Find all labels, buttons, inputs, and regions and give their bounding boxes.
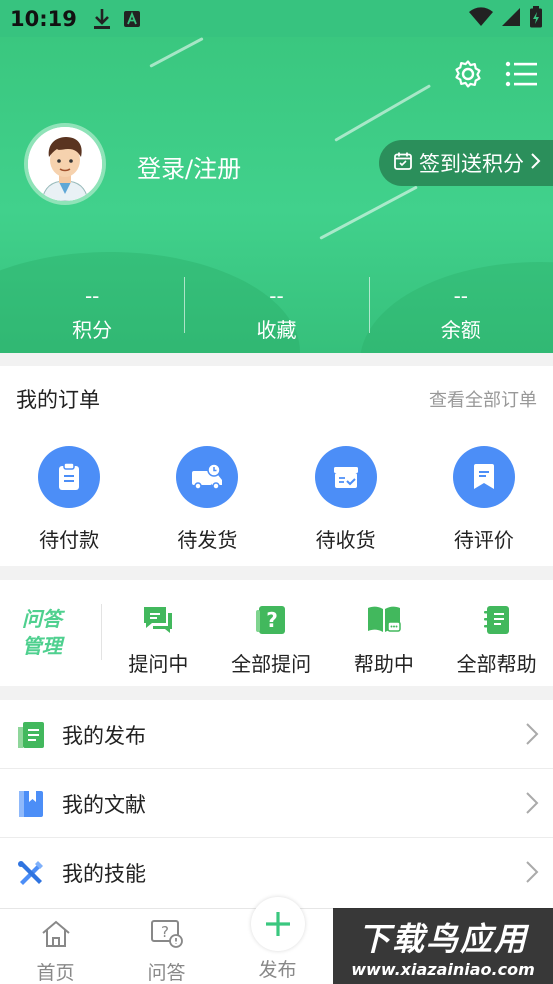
qa-asking[interactable]: 提问中 <box>102 604 215 677</box>
svg-text:?: ? <box>161 923 169 941</box>
tab-label: 问答 <box>147 962 186 984</box>
tools-icon <box>16 858 46 892</box>
tab-qa[interactable]: ? 问答 <box>111 909 222 984</box>
question-box-icon: ? <box>254 604 288 640</box>
stat-value: -- <box>453 283 469 308</box>
decor-streak <box>149 37 204 68</box>
status-bar: 10:19 <box>0 0 553 37</box>
orders-title: 我的订单 <box>16 388 100 412</box>
status-time: 10:19 <box>10 6 77 31</box>
watermark-logo: 下载鸟应用 www.xiazainiao.com <box>333 908 553 984</box>
stats-bar: -- 积分 -- 收藏 -- 余额 <box>0 273 553 353</box>
wifi-icon <box>469 6 493 31</box>
open-book-chat-icon <box>366 604 402 640</box>
menu-my-publish[interactable]: 我的发布 <box>0 700 553 769</box>
qa-logo-line: 问答 <box>22 607 62 631</box>
stat-balance[interactable]: -- 余额 <box>368 273 553 353</box>
qa-management-logo: 问答 管理 <box>22 606 62 660</box>
qa-logo-line: 管理 <box>22 634 62 658</box>
qa-helping[interactable]: 帮助中 <box>328 604 441 677</box>
qa-shortcuts: 提问中 ? 全部提问 帮助中 全部帮助 <box>102 604 553 677</box>
tab-home[interactable]: 首页 <box>0 909 111 984</box>
profile-header: 登录/注册 签到送积分 -- 积分 -- 收藏 -- 余额 <box>0 37 553 353</box>
chat-bubbles-icon <box>141 604 175 640</box>
settings-gear-icon[interactable] <box>453 59 483 93</box>
order-status-list: 待付款 待发货 待收货 待评价 <box>0 446 553 553</box>
avatar[interactable] <box>24 123 106 205</box>
order-pending-receipt[interactable]: 待收货 <box>277 446 415 553</box>
orders-card: 我的订单 查看全部订单 待付款 待发货 待收货 待评价 <box>0 366 553 566</box>
stat-label: 收藏 <box>256 317 297 342</box>
tab-publish[interactable]: 发布 <box>222 897 333 984</box>
qa-item-label: 全部帮助 <box>456 652 537 676</box>
stat-label: 积分 <box>72 317 113 342</box>
profile-screen: 10:19 登录/注册 签到送积分 -- 积分 -- 收藏 -- 余额 我的订单… <box>0 0 553 984</box>
qa-all-questions[interactable]: ? 全部提问 <box>215 604 328 677</box>
signal-icon <box>501 7 521 31</box>
notebook-icon <box>482 604 512 640</box>
download-icon <box>93 8 111 30</box>
qa-item-label: 全部提问 <box>231 652 312 676</box>
menu-list-icon[interactable] <box>505 61 537 91</box>
profile-menu-list: 我的发布 我的文献 我的技能 <box>0 700 553 908</box>
menu-item-label: 我的文献 <box>62 792 146 817</box>
chevron-right-icon <box>525 722 539 750</box>
qa-item-label: 帮助中 <box>353 652 414 676</box>
calendar-icon <box>393 151 413 176</box>
order-status-label: 待发货 <box>177 528 238 552</box>
home-icon <box>40 919 72 954</box>
delivery-truck-icon <box>176 446 239 508</box>
stat-value: -- <box>269 283 284 308</box>
chevron-right-icon <box>525 791 539 819</box>
qa-item-label: 提问中 <box>128 652 189 676</box>
stat-points[interactable]: -- 积分 <box>0 273 184 353</box>
font-app-icon <box>123 10 141 28</box>
order-status-label: 待收货 <box>315 528 376 552</box>
bookmark-book-icon <box>16 789 46 823</box>
checkin-button[interactable]: 签到送积分 <box>379 140 553 186</box>
order-status-label: 待付款 <box>39 528 100 552</box>
order-pending-review[interactable]: 待评价 <box>415 446 553 553</box>
package-check-icon <box>314 446 377 508</box>
checkin-label: 签到送积分 <box>419 152 524 176</box>
status-right <box>469 5 543 32</box>
qa-all-help[interactable]: 全部帮助 <box>440 604 553 677</box>
watermark-title: 下载鸟应用 <box>357 919 528 958</box>
menu-item-label: 我的技能 <box>62 861 146 886</box>
qa-management-card: 问答 管理 提问中 ? 全部提问 帮助中 全部帮助 <box>0 580 553 686</box>
menu-my-literature[interactable]: 我的文献 <box>0 769 553 838</box>
order-pending-payment[interactable]: 待付款 <box>0 446 138 553</box>
view-all-orders-link[interactable]: 查看全部订单 <box>429 386 537 412</box>
chevron-right-icon <box>525 860 539 888</box>
battery-icon <box>529 5 543 32</box>
tab-label: 首页 <box>36 962 75 984</box>
question-chat-icon: ? <box>150 919 184 954</box>
svg-text:?: ? <box>266 608 278 632</box>
stat-favorites[interactable]: -- 收藏 <box>184 273 368 353</box>
publish-document-icon <box>16 720 46 754</box>
stat-value: -- <box>84 283 100 308</box>
stat-label: 余额 <box>440 317 481 342</box>
watermark-url: www.xiazainiao.com <box>351 959 535 979</box>
plus-icon <box>250 897 305 951</box>
decor-streak <box>319 185 418 240</box>
doctor-avatar-icon <box>28 127 102 201</box>
decor-streak <box>334 84 432 142</box>
login-register-link[interactable]: 登录/注册 <box>137 149 241 184</box>
tab-label: 发布 <box>258 959 297 981</box>
menu-item-label: 我的发布 <box>62 723 146 748</box>
order-status-label: 待评价 <box>453 528 514 552</box>
order-pending-shipment[interactable]: 待发货 <box>138 446 276 553</box>
clipboard-icon <box>38 446 101 508</box>
chevron-right-icon <box>530 151 542 175</box>
comment-icon <box>452 446 515 508</box>
header-actions <box>453 59 537 93</box>
